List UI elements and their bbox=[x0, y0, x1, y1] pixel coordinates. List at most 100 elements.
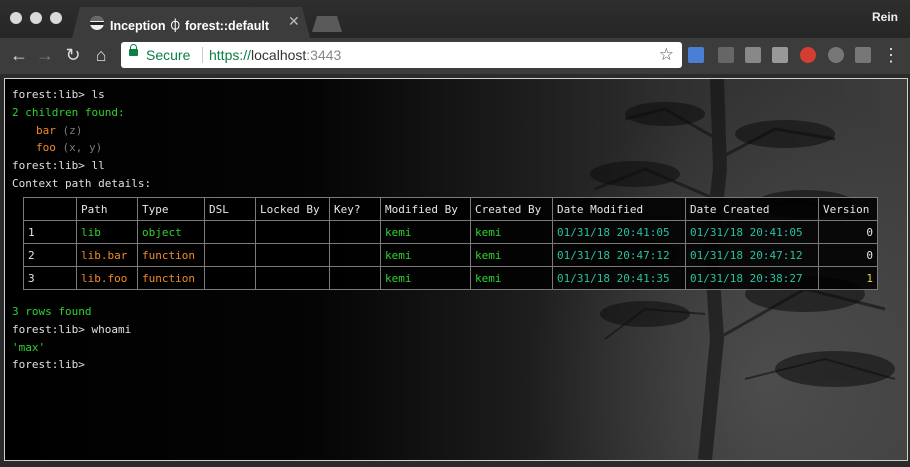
created-by-cell: kemi bbox=[470, 266, 553, 290]
command-text: ls bbox=[91, 88, 105, 101]
dsl-cell bbox=[204, 243, 256, 267]
table-row: 2 lib.bar function kemi kemi 01/31/18 20… bbox=[23, 243, 878, 267]
forward-arrow-icon[interactable]: → bbox=[34, 44, 56, 66]
prompt: forest:lib> bbox=[12, 358, 92, 372]
version-cell: 1 bbox=[818, 266, 878, 290]
type-cell: function bbox=[137, 243, 205, 267]
path-cell: lib.foo bbox=[76, 266, 138, 290]
extension-icon[interactable] bbox=[745, 47, 761, 63]
type-cell: object bbox=[137, 220, 205, 244]
back-arrow-icon[interactable]: ← bbox=[8, 44, 30, 66]
created-by-cell: kemi bbox=[470, 220, 553, 244]
zoom-window-button[interactable] bbox=[50, 12, 62, 24]
bookmark-star-icon[interactable]: ☆ bbox=[659, 45, 674, 65]
tab-close-icon[interactable]: ✕ bbox=[288, 13, 300, 30]
terminal-output: forest:lib> ls 2 children found: bar (z)… bbox=[12, 86, 151, 193]
extension-icon[interactable] bbox=[828, 47, 844, 63]
type-cell: function bbox=[137, 266, 205, 290]
output-line: 'max' bbox=[12, 340, 46, 354]
tab-favicon-icon bbox=[90, 16, 104, 30]
browser-tab[interactable]: Inception ⏀ forest::default ✕ bbox=[72, 7, 310, 38]
menu-kebab-icon[interactable]: ⋮ bbox=[880, 44, 902, 66]
output-line: Context path details: bbox=[12, 176, 152, 190]
date-modified-cell: 01/31/18 20:41:05 bbox=[552, 220, 686, 244]
key-cell bbox=[329, 266, 381, 290]
version-cell: 0 bbox=[818, 243, 878, 267]
prompt-line: forest:lib> ls bbox=[12, 86, 151, 104]
extension-icon[interactable] bbox=[855, 47, 871, 63]
locked-by-cell bbox=[255, 243, 330, 267]
locked-by-cell bbox=[255, 266, 330, 290]
title-bar: Inception ⏀ forest::default ✕ Rein bbox=[0, 0, 910, 38]
modified-by-cell: kemi bbox=[380, 266, 471, 290]
prompt: forest:lib> bbox=[12, 322, 92, 336]
lock-icon bbox=[129, 44, 138, 56]
column-header: Version bbox=[818, 197, 878, 221]
date-created-cell: 01/31/18 20:47:12 bbox=[685, 243, 819, 267]
extension-icon[interactable] bbox=[718, 47, 734, 63]
dsl-cell bbox=[204, 266, 256, 290]
column-header: Path bbox=[76, 197, 138, 221]
address-bar[interactable]: Secure https://localhost:3443 ☆ bbox=[121, 42, 682, 68]
table-row: 3 lib.foo function kemi kemi 01/31/18 20… bbox=[23, 266, 878, 290]
url-text[interactable]: https://localhost:3443 bbox=[209, 47, 341, 63]
child-entry: bar (z) bbox=[12, 122, 151, 140]
extension-icon[interactable] bbox=[800, 47, 816, 63]
terminal-view[interactable]: forest:lib> ls 2 children found: bar (z)… bbox=[4, 78, 908, 461]
home-icon[interactable]: ⌂ bbox=[90, 44, 112, 66]
terminal-footer-output: 3 rows found forest:lib> whoami 'max' fo… bbox=[12, 303, 131, 374]
new-tab-button[interactable] bbox=[312, 16, 342, 32]
tab-title: Inception ⏀ forest::default bbox=[110, 19, 270, 33]
command-text: whoami bbox=[91, 322, 132, 336]
child-args: (x, y) bbox=[62, 141, 103, 155]
date-modified-cell: 01/31/18 20:47:12 bbox=[552, 243, 686, 267]
path-cell: lib.bar bbox=[76, 243, 138, 267]
column-header: Created By bbox=[470, 197, 553, 221]
child-name: foo bbox=[36, 141, 56, 155]
row-index-cell: 1 bbox=[23, 220, 77, 244]
modified-by-cell: kemi bbox=[380, 243, 471, 267]
profile-name[interactable]: Rein bbox=[872, 10, 898, 24]
column-header: Locked By bbox=[255, 197, 330, 221]
column-header: Date Created bbox=[685, 197, 819, 221]
translate-extension-icon[interactable] bbox=[688, 47, 704, 63]
child-entry: foo (x, y) bbox=[12, 139, 151, 157]
dsl-cell bbox=[204, 220, 256, 244]
row-index-cell: 3 bbox=[23, 266, 77, 290]
command-text: ll bbox=[91, 159, 105, 173]
column-header: Date Modified bbox=[552, 197, 686, 221]
table-row: 1 lib object kemi kemi 01/31/18 20:41:05… bbox=[23, 220, 878, 244]
prompt-line: forest:lib> ll bbox=[12, 157, 151, 175]
reload-icon[interactable]: ↻ bbox=[62, 44, 84, 66]
browser-toolbar: ← → ↻ ⌂ Secure https://localhost:3443 ☆ … bbox=[0, 38, 910, 74]
date-created-cell: 01/31/18 20:38:27 bbox=[685, 266, 819, 290]
minimize-window-button[interactable] bbox=[30, 12, 42, 24]
prompt-line[interactable]: forest:lib> bbox=[12, 356, 131, 374]
output-line: 2 children found: bbox=[12, 105, 125, 119]
prompt-line: forest:lib> whoami bbox=[12, 321, 131, 339]
row-index-cell: 2 bbox=[23, 243, 77, 267]
close-window-button[interactable] bbox=[10, 12, 22, 24]
secure-label: Secure bbox=[146, 47, 191, 63]
child-name: bar bbox=[36, 123, 56, 137]
output-line: 3 rows found bbox=[12, 305, 92, 318]
key-cell bbox=[329, 220, 381, 244]
extension-icon[interactable] bbox=[772, 47, 788, 63]
version-cell: 0 bbox=[818, 220, 878, 244]
column-header: Key? bbox=[329, 197, 381, 221]
prompt: forest:lib> bbox=[12, 88, 92, 101]
created-by-cell: kemi bbox=[470, 243, 553, 267]
omnibox-divider bbox=[202, 47, 203, 63]
date-modified-cell: 01/31/18 20:41:35 bbox=[552, 266, 686, 290]
table-header-row: Path Type DSL Locked By Key? Modified By… bbox=[23, 197, 878, 221]
locked-by-cell bbox=[255, 220, 330, 244]
child-args: (z) bbox=[62, 123, 83, 137]
prompt: forest:lib> bbox=[12, 159, 92, 173]
date-created-cell: 01/31/18 20:41:05 bbox=[685, 220, 819, 244]
context-details-table: Path Type DSL Locked By Key? Modified By… bbox=[23, 197, 878, 290]
url-port: :3443 bbox=[306, 47, 342, 63]
column-header: DSL bbox=[204, 197, 256, 221]
column-header bbox=[23, 197, 77, 221]
url-scheme: https:// bbox=[209, 47, 252, 63]
path-cell: lib bbox=[76, 220, 138, 244]
